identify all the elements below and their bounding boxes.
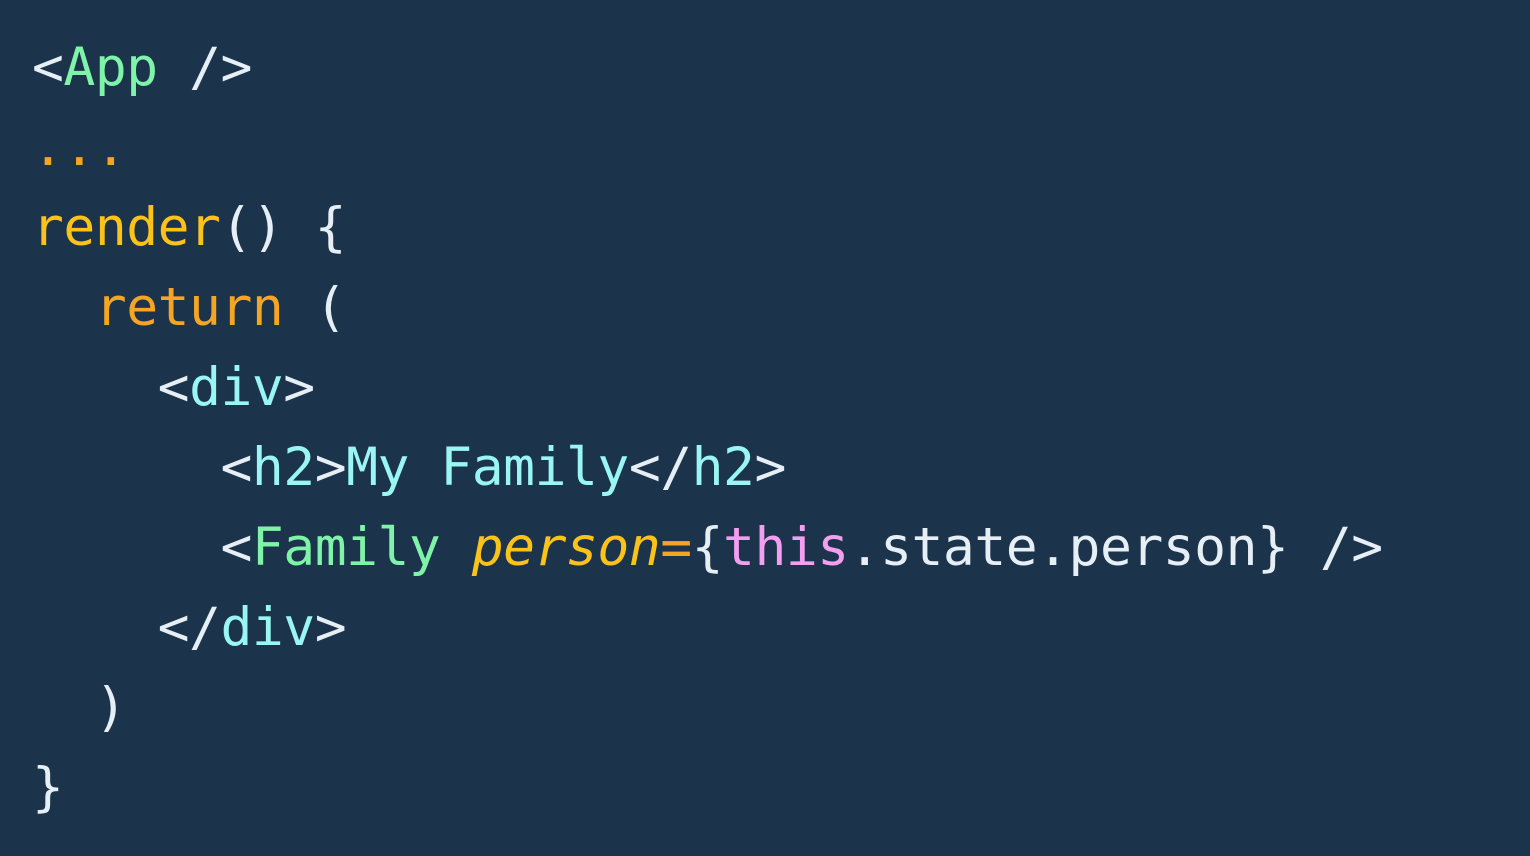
code-line: return ( [32, 268, 1530, 348]
code-token: ( [283, 277, 347, 338]
code-token: > [283, 357, 315, 418]
code-line: <Family person={this.state.person} /> [32, 508, 1530, 588]
code-token: App [63, 37, 158, 98]
code-token: h2 [251, 437, 315, 498]
code-token: ... [32, 117, 127, 178]
code-token: > [314, 437, 347, 498]
code-token: /> [157, 37, 252, 98]
code-line: </div> [32, 588, 1530, 668]
code-token: < [220, 517, 252, 578]
code-token: < [157, 357, 190, 418]
code-line: ) [32, 668, 1530, 748]
code-line: } [32, 748, 1530, 828]
code-line: ... [32, 108, 1530, 188]
code-token: div [189, 357, 284, 418]
code-token: } [32, 757, 64, 818]
code-token: > [754, 437, 786, 498]
code-line: <App /> [32, 28, 1530, 108]
code-token: .state.person} /> [848, 517, 1383, 578]
code-snippet: <App />... render() { return ( <div> <h2>… [0, 0, 1530, 856]
code-token: ) [32, 677, 127, 738]
code-token: < [32, 37, 64, 98]
code-token: render [32, 197, 221, 258]
code-token: Family [251, 517, 441, 578]
code-token: </ [157, 597, 221, 658]
code-token: return [94, 277, 284, 338]
code-line: render() { [32, 188, 1530, 268]
code-token: { [691, 517, 724, 578]
code-token: person [471, 517, 661, 578]
code-token: h2 [691, 437, 755, 498]
code-line: <div> [32, 348, 1530, 428]
code-token: > [314, 597, 347, 658]
code-token: div [220, 597, 315, 658]
code-token: this [723, 517, 849, 578]
code-line: <h2>My Family</h2> [32, 428, 1530, 508]
code-token: < [220, 437, 252, 498]
code-token: () { [220, 197, 347, 258]
code-token: </ [628, 437, 692, 498]
code-token: = [660, 517, 692, 578]
code-token: My Family [346, 437, 629, 498]
